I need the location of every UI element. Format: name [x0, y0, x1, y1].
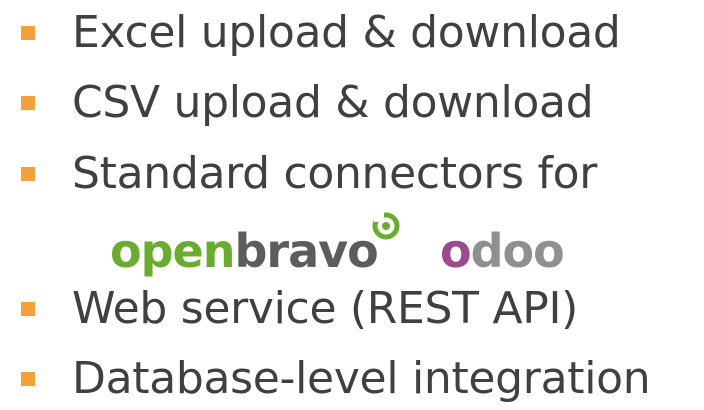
openbravo-wordmark: openbravo — [110, 224, 379, 278]
odoo-wordmark-doo: doo — [470, 224, 565, 278]
bullet-item-database: Database-level integration — [0, 348, 704, 410]
odoo-wordmark: odoo — [440, 224, 565, 278]
openbravo-swirl-icon — [372, 212, 400, 240]
odoo-wordmark-o: o — [440, 224, 472, 278]
openbravo-wordmark-open: open — [110, 224, 235, 278]
bullet-item-connectors: Standard connectors for — [0, 143, 704, 205]
square-bullet-icon — [21, 26, 35, 40]
square-bullet-icon — [21, 167, 35, 181]
connector-logos: openbravo odoo — [110, 212, 590, 282]
bullet-text: Standard connectors for — [72, 148, 598, 199]
openbravo-wordmark-bravo: bravo — [234, 224, 378, 278]
openbravo-logo: openbravo — [110, 212, 400, 282]
odoo-logo: odoo — [440, 222, 586, 282]
square-bullet-icon — [21, 372, 35, 386]
bullet-text: Database-level integration — [72, 353, 651, 404]
square-bullet-icon — [21, 302, 35, 316]
bullet-item-rest-api: Web service (REST API) — [0, 278, 704, 340]
bullet-list: Excel upload & download CSV upload & dow… — [0, 0, 704, 409]
square-bullet-icon — [21, 96, 35, 110]
bullet-text: CSV upload & download — [72, 77, 594, 128]
bullet-item-csv: CSV upload & download — [0, 72, 704, 134]
bullet-text: Web service (REST API) — [72, 283, 579, 334]
bullet-text: Excel upload & download — [72, 7, 621, 58]
bullet-item-excel: Excel upload & download — [0, 2, 704, 64]
